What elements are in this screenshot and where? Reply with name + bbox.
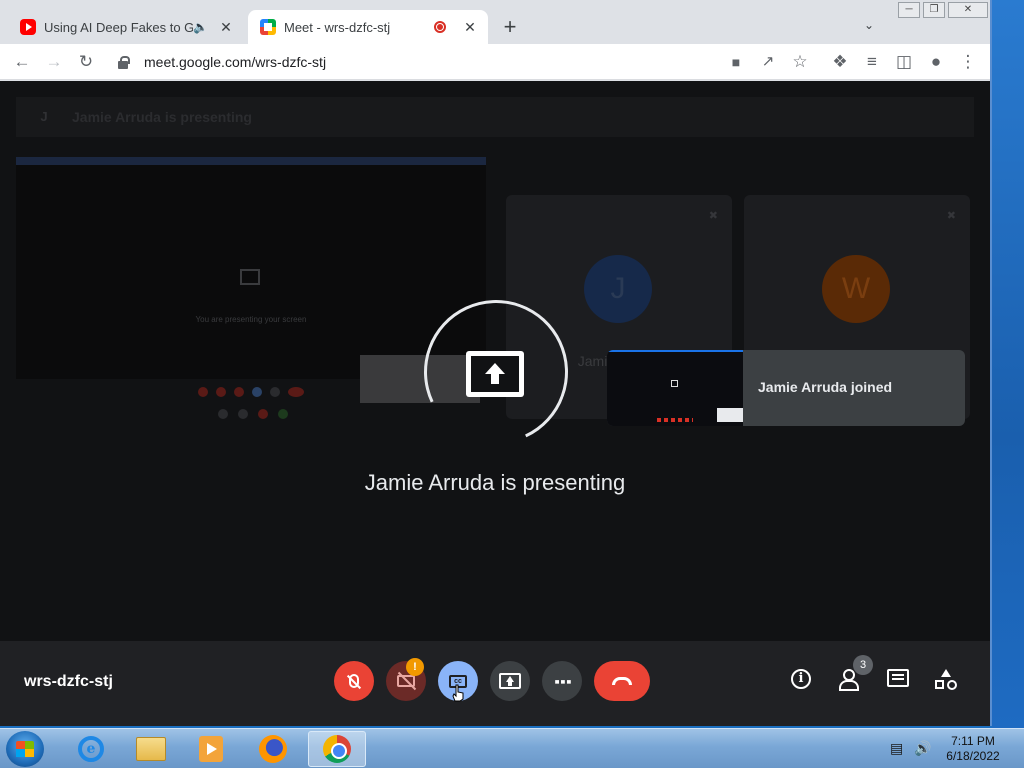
microphone-toggle-button[interactable] [334,661,374,701]
ghost-control [238,409,248,419]
close-tab-icon[interactable]: ✕ [462,19,478,36]
ghost-control [252,387,262,397]
taskbar-firefox[interactable] [244,731,302,767]
presenting-message: Jamie Arruda is presenting [364,470,626,495]
extensions-icon[interactable]: ❖ [830,52,850,72]
hangup-icon [612,677,632,685]
meeting-code: wrs-dzfc-stj [24,673,113,690]
avatar: J [584,255,652,323]
more-vert-icon: ⋮ [551,672,573,690]
join-notification[interactable]: Jamie Arruda joined [607,350,965,426]
windows-logo-icon [16,741,34,757]
new-tab-button[interactable]: + [498,14,522,40]
windows-taskbar: e ▤ 🔊 7:11 PM 6/18/2022 [0,728,1024,768]
media-player-icon [199,736,223,762]
bookmark-star-icon[interactable]: ☆ [790,52,810,72]
present-screen-icon [240,269,260,285]
avatar: W [822,255,890,323]
present-now-button[interactable] [490,661,530,701]
ghost-control [218,409,228,419]
meeting-details-button[interactable]: i [791,669,817,695]
notification-thumbnail [607,350,743,426]
camera-warning-badge: ! [406,658,424,676]
hand-cursor-icon [452,684,464,702]
ghost-control [258,409,268,419]
clock-time: 7:11 PM [951,734,995,748]
notification-message: Jamie Arruda joined [758,379,893,395]
taskbar-chrome[interactable] [308,731,366,767]
start-button[interactable] [6,731,44,767]
volume-icon[interactable]: 🔊 [914,740,931,757]
chat-icon [887,669,909,687]
internet-explorer-icon: e [78,736,104,762]
tab-youtube[interactable]: Using AI Deep Fakes to Get F 🔈 ✕ [8,10,244,44]
header-label: Jamie Arruda is presenting [72,109,252,125]
media-control-icon[interactable]: ≡ [862,52,882,72]
ghost-control [288,387,304,397]
participant-count-badge: 3 [853,655,873,675]
close-window-button[interactable]: ✕ [948,2,988,18]
present-icon [499,673,521,689]
chrome-icon [323,735,351,763]
tab-strip: Using AI Deep Fakes to Get F 🔈 ✕ Meet - … [0,0,990,44]
youtube-icon [20,19,36,35]
camera-off-icon [397,675,415,687]
minimize-button[interactable]: ─ [898,2,920,18]
ghost-control [270,387,280,397]
camera-icon[interactable]: ■ [726,52,746,72]
network-icon[interactable]: ▤ [890,740,903,757]
taskbar-internet-explorer[interactable]: e [62,731,120,767]
info-icon: i [791,669,811,689]
ghost-control [234,387,244,397]
activities-icon [935,669,957,691]
share-page-icon[interactable]: ↗ [758,52,778,72]
profile-icon[interactable]: ● [926,52,946,72]
ghost-control [216,387,226,397]
shared-screen-preview: You are presenting your screen [16,157,486,379]
taskbar-media-player[interactable] [182,731,240,767]
shared-screen-text: You are presenting your screen [195,315,307,324]
reload-icon[interactable]: ↻ [76,52,96,72]
url-text[interactable]: meet.google.com/wrs-dzfc-stj [144,54,326,70]
back-icon[interactable]: ← [12,52,32,72]
address-toolbar: ← → ↻ meet.google.com/wrs-dzfc-stj ■ ↗ ☆… [0,44,990,80]
firefox-icon [259,735,287,763]
presenting-header: J Jamie Arruda is presenting [16,97,974,137]
chat-button[interactable] [887,669,913,695]
forward-icon[interactable]: → [44,52,64,72]
menu-kebab-icon[interactable]: ⋮ [958,52,978,72]
browser-window: Using AI Deep Fakes to Get F 🔈 ✕ Meet - … [0,0,992,726]
speaker-icon[interactable]: 🔈 [193,20,208,34]
ghost-control [198,387,208,397]
folder-icon [136,737,166,761]
address-bar[interactable]: meet.google.com/wrs-dzfc-stj [110,48,820,76]
avatar: J [40,109,48,124]
meeting-controls-bar: wrs-dzfc-stj ! cc ⋮ i 3 [0,641,990,726]
meet-stage: J Jamie Arruda is presenting You are pre… [0,81,990,726]
restore-button[interactable]: ❐ [923,2,945,18]
system-clock[interactable]: 7:11 PM 6/18/2022 [940,734,1006,764]
record-icon [434,21,446,33]
close-tab-icon[interactable]: ✕ [218,19,234,36]
leave-call-button[interactable] [594,661,650,701]
desktop-background [992,0,1024,728]
mic-off-icon [349,674,359,688]
tab-meet[interactable]: Meet - wrs-dzfc-stj ✕ [248,10,488,44]
tab-title: Meet - wrs-dzfc-stj [284,19,391,35]
more-options-button[interactable]: ⋮ [542,661,582,701]
activities-button[interactable] [935,669,961,695]
tab-title: Using AI Deep Fakes to Get F [44,19,194,35]
side-panel-icon[interactable]: ◫ [894,52,914,72]
chevron-down-icon[interactable]: ⌄ [864,18,874,32]
present-upload-icon [466,351,524,397]
lock-icon[interactable] [116,55,130,69]
clock-date: 6/18/2022 [946,749,1000,763]
meet-icon [260,19,276,35]
muted-mic-icon: ✖ [708,210,718,222]
taskbar-file-explorer[interactable] [122,731,180,767]
muted-mic-icon: ✖ [946,210,956,222]
ghost-control [278,409,288,419]
